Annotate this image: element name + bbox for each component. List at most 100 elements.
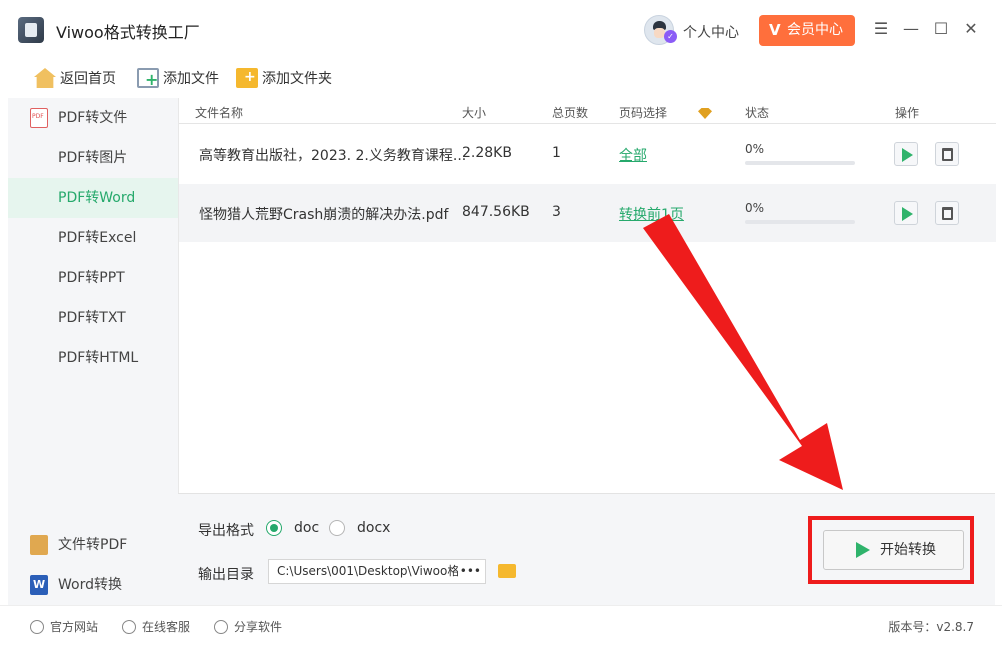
format-label: 导出格式 xyxy=(198,523,254,539)
progress-bar xyxy=(745,161,855,165)
options-panel: 导出格式 doc docx 输出目录 C:\Users\001\Desktop\… xyxy=(178,493,995,605)
footer-label: 分享软件 xyxy=(234,620,283,634)
play-icon xyxy=(902,207,913,221)
footer: 官方网站 在线客服 分享软件 版本号：v2.8.7 xyxy=(0,605,1002,645)
column-header: 文件名称 xyxy=(195,106,244,120)
table-header: 文件名称 大小 总页数 页码选择 状态 操作 xyxy=(179,98,996,124)
maximize-icon[interactable]: ☐ xyxy=(931,19,951,39)
column-header: 总页数 xyxy=(552,106,589,120)
sidebar-item-label: PDF转图片 xyxy=(58,150,128,166)
close-icon[interactable]: ✕ xyxy=(961,19,981,39)
add-folder-label: 添加文件夹 xyxy=(262,71,332,87)
add-folder-button[interactable]: 添加文件夹 xyxy=(236,63,332,93)
column-header: 大小 xyxy=(462,106,487,120)
start-convert-label: 开始转换 xyxy=(880,542,936,558)
vip-center-label: 会员中心 xyxy=(787,22,843,38)
open-folder-icon[interactable] xyxy=(498,564,516,578)
play-icon xyxy=(856,542,870,558)
play-icon xyxy=(902,148,913,162)
sidebar-item-pdf-to-word[interactable]: PDF转Word xyxy=(8,178,178,218)
trash-icon xyxy=(942,148,953,161)
home-button[interactable]: 返回首页 xyxy=(34,63,116,93)
official-website-link[interactable]: 官方网站 xyxy=(30,618,98,635)
sidebar-item-pdf-to-ppt[interactable]: PDF转PPT xyxy=(8,258,178,298)
table-row[interactable]: 怪物猎人荒野Crash崩溃的解决办法.pdf 847.56KB 3 转换前1页 … xyxy=(179,184,996,242)
file-size: 2.28KB xyxy=(462,145,512,161)
vip-center-button[interactable]: V 会员中心 xyxy=(759,15,855,46)
share-software-link[interactable]: 分享软件 xyxy=(214,618,282,635)
toolbar: 返回首页 添加文件 添加文件夹 xyxy=(0,58,1002,98)
footer-label: 在线客服 xyxy=(142,620,191,634)
convert-row-button[interactable] xyxy=(894,201,918,225)
output-path-field[interactable]: C:\Users\001\Desktop\Viwoo格式 ••• xyxy=(268,559,486,584)
menu-icon[interactable]: ☰ xyxy=(871,19,891,39)
column-header: 页码选择 xyxy=(619,106,668,120)
radio-docx-label[interactable]: docx xyxy=(357,520,390,536)
table-row[interactable]: 高等教育出版社，2023. 2.义务教育课程... 2.28KB 1 全部 0% xyxy=(179,125,996,183)
radio-doc[interactable] xyxy=(266,520,282,536)
sidebar-item-label: PDF转Excel xyxy=(58,230,137,246)
pdf-icon xyxy=(30,108,48,128)
page-select-link[interactable]: 转换前1页 xyxy=(619,204,684,224)
sidebar-item-pdf-to-image[interactable]: PDF转图片 xyxy=(8,138,178,178)
share-icon xyxy=(214,619,228,634)
headset-icon xyxy=(122,619,136,634)
app-title: Viwoo格式转换工厂 xyxy=(56,23,200,42)
sidebar-item-pdf-to-html[interactable]: PDF转HTML xyxy=(8,338,178,378)
file-name: 怪物猎人荒野Crash崩溃的解决办法.pdf xyxy=(199,207,449,223)
output-path-more[interactable]: ••• xyxy=(457,560,481,583)
sidebar-item-word-convert[interactable]: Word转换 xyxy=(8,565,178,605)
column-header: 状态 xyxy=(745,106,770,120)
add-folder-icon xyxy=(236,68,258,88)
sidebar-item-file-to-pdf[interactable]: 文件转PDF xyxy=(8,525,178,565)
radio-docx[interactable] xyxy=(329,520,345,536)
add-file-button[interactable]: 添加文件 xyxy=(137,63,219,93)
delete-row-button[interactable] xyxy=(935,201,959,225)
sidebar-item-label: 文件转PDF xyxy=(58,537,128,553)
page-count: 1 xyxy=(552,145,561,161)
sidebar: PDF转文件 PDF转图片 PDF转Word PDF转Excel PDF转PPT… xyxy=(8,98,178,605)
file-size: 847.56KB xyxy=(462,204,530,220)
status-text: 0% xyxy=(745,142,765,156)
online-service-link[interactable]: 在线客服 xyxy=(122,618,190,635)
diamond-icon xyxy=(698,108,712,119)
convert-row-button[interactable] xyxy=(894,142,918,166)
trash-icon xyxy=(942,207,953,220)
home-label: 返回首页 xyxy=(60,71,116,87)
column-header: 操作 xyxy=(895,106,920,120)
sidebar-item-label: PDF转PPT xyxy=(58,270,125,286)
footer-label: 官方网站 xyxy=(50,620,99,634)
website-icon xyxy=(30,619,44,634)
app-logo-icon xyxy=(18,17,44,43)
home-icon xyxy=(34,68,56,88)
delete-row-button[interactable] xyxy=(935,142,959,166)
add-file-label: 添加文件 xyxy=(163,71,219,87)
user-center-link[interactable]: 个人中心 xyxy=(683,22,739,42)
sidebar-item-label: PDF转文件 xyxy=(58,110,128,126)
word-icon xyxy=(30,575,48,595)
sidebar-item-pdf-to-txt[interactable]: PDF转TXT xyxy=(8,298,178,338)
page-count: 3 xyxy=(552,204,561,220)
verified-badge-icon: ✓ xyxy=(664,30,677,43)
start-convert-button[interactable]: 开始转换 xyxy=(823,530,964,570)
file-table: 文件名称 大小 总页数 页码选择 状态 操作 高等教育出版社，2023. 2.义… xyxy=(178,98,996,493)
vip-icon: V xyxy=(769,21,781,39)
sidebar-item-label: Word转换 xyxy=(58,577,122,593)
sidebar-item-label: PDF转TXT xyxy=(58,310,126,326)
sidebar-item-pdf-to-file[interactable]: PDF转文件 xyxy=(8,98,178,138)
output-label: 输出目录 xyxy=(198,567,254,583)
file-to-pdf-icon xyxy=(30,535,48,555)
add-file-icon xyxy=(137,68,159,88)
output-path-value: C:\Users\001\Desktop\Viwoo格式 xyxy=(277,564,472,578)
progress-bar xyxy=(745,220,855,224)
status-text: 0% xyxy=(745,201,765,215)
sidebar-item-pdf-to-excel[interactable]: PDF转Excel xyxy=(8,218,178,258)
sidebar-item-label: PDF转Word xyxy=(58,190,136,206)
radio-doc-label[interactable]: doc xyxy=(294,520,319,536)
file-name: 高等教育出版社，2023. 2.义务教育课程... xyxy=(199,148,467,164)
minimize-icon[interactable]: — xyxy=(901,19,921,39)
version-label: 版本号：v2.8.7 xyxy=(888,620,974,634)
page-select-link[interactable]: 全部 xyxy=(619,145,647,165)
sidebar-item-label: PDF转HTML xyxy=(58,350,139,366)
title-bar: Viwoo格式转换工厂 ✓ 个人中心 V 会员中心 ☰ — ☐ ✕ xyxy=(0,0,1002,58)
